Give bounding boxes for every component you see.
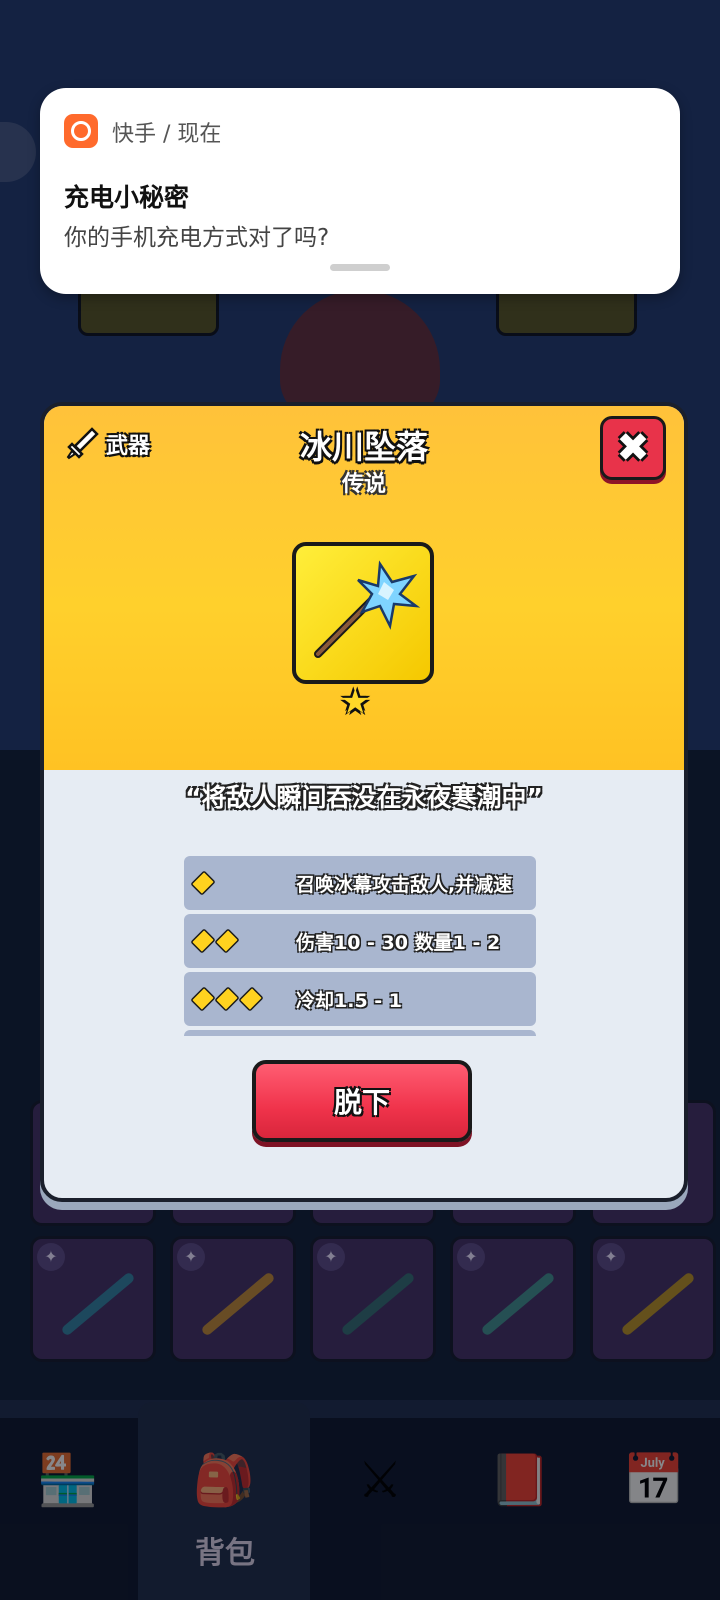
gem-icon xyxy=(190,928,216,954)
attribute-text: 冷却1.5 - 1 xyxy=(296,990,402,1012)
item-description-quote: “将敌人瞬间吞没在永夜寒潮中” xyxy=(185,783,543,812)
gem-icon xyxy=(238,986,264,1012)
gem-icon xyxy=(214,986,240,1012)
gem-icon xyxy=(214,928,240,954)
attribute-list[interactable]: 召唤冰幕攻击敌人,并减速 伤害10 - 30 数量1 - 2 冷却1.5 - 1 xyxy=(184,856,536,1036)
gem-level-icons xyxy=(190,986,264,1012)
item-rarity: 传说 xyxy=(341,472,386,497)
notification-source: 快手 / 现在 xyxy=(112,122,222,147)
item-name: 冰川坠落 xyxy=(299,428,428,466)
notification-banner[interactable]: 快手 / 现在 充电小秘密 你的手机充电方式对了吗? xyxy=(40,88,680,294)
unequip-button[interactable]: 脱下 xyxy=(252,1060,472,1142)
close-icon: ✖ xyxy=(616,425,650,471)
attribute-text: 伤害10 - 30 数量1 - 2 xyxy=(296,932,501,954)
gem-icon xyxy=(190,986,216,1012)
notification-body: 你的手机充电方式对了吗? xyxy=(64,225,330,251)
dialog-header-area: 武器 冰川坠落 传说 ✖ ★ xyxy=(44,406,684,770)
notification-title: 充电小秘密 xyxy=(64,183,190,212)
item-image-frame xyxy=(292,542,434,684)
attribute-row: 伤害10 - 30 数量1 - 2 xyxy=(184,914,536,968)
notification-drag-handle[interactable] xyxy=(330,264,390,271)
unequip-button-label: 脱下 xyxy=(333,1086,390,1119)
attribute-row: 召唤冰幕攻击敌人,并减速 xyxy=(184,856,536,910)
attribute-row xyxy=(184,1030,536,1036)
gem-level-icons xyxy=(190,870,216,896)
gem-icon xyxy=(190,870,216,896)
kuaishou-app-icon xyxy=(64,114,98,148)
star-icon: ★ xyxy=(340,682,371,722)
attribute-text: 召唤冰幕攻击敌人,并减速 xyxy=(296,874,513,896)
gem-level-icons xyxy=(190,928,240,954)
close-button[interactable]: ✖ xyxy=(600,416,666,480)
attribute-row: 冷却1.5 - 1 xyxy=(184,972,536,1026)
item-detail-dialog: 武器 冰川坠落 传说 ✖ ★ “将敌人瞬间吞没在永夜寒潮中” 召唤冰幕攻击敌人,… xyxy=(40,402,688,1202)
ice-staff-icon xyxy=(314,560,421,658)
